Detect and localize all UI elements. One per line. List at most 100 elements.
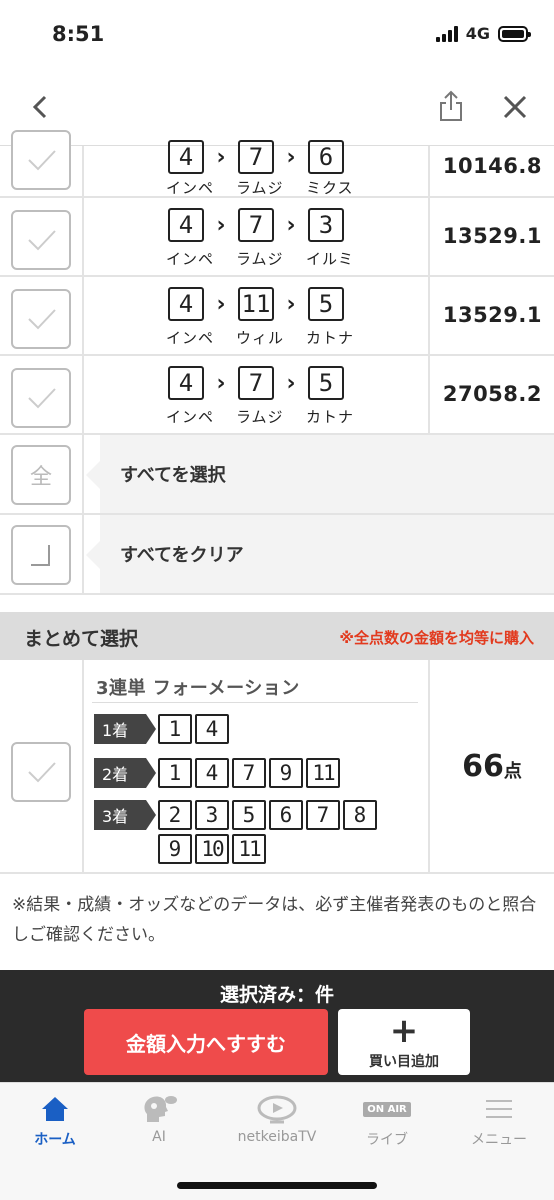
- check-icon: [28, 309, 56, 330]
- horse-number: 7: [238, 140, 274, 174]
- place-label: 1着: [94, 714, 156, 744]
- place-number: 4: [195, 714, 229, 744]
- proceed-to-amount-button[interactable]: 金額入力へすすむ: [84, 1009, 328, 1075]
- network-type: 4G: [465, 24, 490, 43]
- close-icon[interactable]: [500, 92, 530, 122]
- menu-icon: [486, 1100, 512, 1118]
- disclaimer-text: ※結果・成績・オッズなどのデータは、必ず主催者発表のものと照合しご確認ください。: [12, 895, 537, 945]
- tab-home[interactable]: ホーム: [0, 1093, 110, 1153]
- arrow-icon: ›: [286, 291, 296, 317]
- horse-number: 11: [238, 287, 274, 321]
- bet-row[interactable]: 4 › 7 › 3 インペ ラムジ イルミ 13529.1: [0, 198, 554, 277]
- clear-all-row[interactable]: すべてをクリア: [0, 515, 554, 595]
- add-bet-button[interactable]: + 買い目追加: [338, 1009, 470, 1075]
- horse-name: ラムジ: [236, 179, 284, 197]
- horse-name: ラムジ: [236, 250, 284, 268]
- select-all-pane[interactable]: すべてを選択: [86, 435, 554, 513]
- bet-combination: 4 › 7 › 3: [168, 208, 344, 242]
- bet-checkbox[interactable]: [11, 368, 71, 428]
- place-number: 9: [158, 834, 192, 864]
- bet-row[interactable]: 4 › 7 › 5 インペ ラムジ カトナ 27058.2: [0, 356, 554, 435]
- signal-icon: [435, 25, 458, 42]
- place-number: 1: [158, 758, 192, 788]
- bet-checkbox[interactable]: [11, 210, 71, 270]
- arrow-icon: ›: [286, 370, 296, 396]
- select-all-row[interactable]: 全 すべてを選択: [0, 435, 554, 515]
- horse-name: ミクス: [306, 179, 354, 197]
- bet-row[interactable]: 4 › 11 › 5 インペ ウィル カトナ 13529.1: [0, 277, 554, 356]
- horse-number: 6: [308, 140, 344, 174]
- formation-points: 66 点: [430, 660, 554, 872]
- clear-all-pane[interactable]: すべてをクリア: [86, 515, 554, 593]
- tab-label: ライブ: [366, 1132, 408, 1148]
- horse-name: カトナ: [306, 408, 355, 426]
- formation-title: 3連単 フォーメーション: [96, 678, 300, 699]
- arrow-icon: ›: [286, 144, 296, 170]
- bet-row[interactable]: 4 › 7 › 6 インペ ラムジ ミクス 10146.8: [0, 130, 554, 198]
- horse-name: インペ: [166, 408, 215, 426]
- home-indicator: [177, 1182, 377, 1189]
- formation-block[interactable]: 3連単 フォーメーション 1着 1 4 2着 1 4 7 9 11 3着 2 3…: [0, 660, 554, 874]
- ai-head-icon: [144, 1096, 177, 1122]
- tab-label: netkeibaTV: [237, 1129, 317, 1145]
- odds-value: 10146.8: [442, 154, 542, 178]
- horse-name: インペ: [166, 250, 215, 268]
- bet-combination: 4 › 7 › 5: [168, 366, 344, 400]
- horse-number: 3: [308, 208, 344, 242]
- place-number: 7: [232, 758, 266, 788]
- place-number: 11: [232, 834, 266, 864]
- horse-name: カトナ: [306, 329, 355, 347]
- bet-checkbox[interactable]: [11, 289, 71, 349]
- horse-number: 4: [168, 366, 204, 400]
- status-time: 8:51: [52, 22, 105, 46]
- arrow-icon: ›: [216, 370, 226, 396]
- check-icon: [28, 762, 56, 783]
- place-number: 8: [343, 800, 377, 830]
- place-number: 6: [269, 800, 303, 830]
- select-all-button[interactable]: 全: [11, 445, 71, 505]
- clear-all-label: すべてをクリア: [120, 545, 244, 566]
- place-number: 4: [195, 758, 229, 788]
- formation-checkbox[interactable]: [11, 742, 71, 802]
- points-value: 66: [462, 748, 504, 784]
- check-icon: [28, 230, 56, 251]
- status-indicators: 4G: [435, 24, 531, 43]
- bet-list: 4 › 7 › 6 インペ ラムジ ミクス 10146.8 4 › 7 › 3 …: [0, 130, 554, 595]
- clear-all-button[interactable]: [11, 525, 71, 585]
- place-row-first: 1着 1 4: [94, 714, 398, 744]
- selected-count-text: 選択済み：件: [219, 984, 334, 1006]
- odds-value: 13529.1: [442, 224, 542, 248]
- horse-names: インペ ラムジ ミクス: [166, 177, 376, 198]
- horse-names: インペ ウィル カトナ: [166, 327, 376, 348]
- arrow-icon: ›: [216, 212, 226, 238]
- check-icon: [28, 388, 56, 409]
- tab-live[interactable]: ON AIR ライブ: [332, 1093, 442, 1153]
- select-all-label: すべてを選択: [120, 465, 226, 486]
- horse-number: 5: [308, 287, 344, 321]
- place-label: 2着: [94, 758, 156, 788]
- tab-netkeibatv[interactable]: netkeibaTV: [222, 1093, 332, 1153]
- nav-bar: [0, 72, 554, 146]
- horse-name: イルミ: [306, 250, 355, 268]
- back-chevron-icon[interactable]: [26, 92, 56, 122]
- bulk-select-title: まとめて選択: [24, 628, 139, 650]
- points-unit: 点: [503, 761, 522, 782]
- tab-ai[interactable]: AI: [104, 1093, 214, 1153]
- arrow-icon: ›: [216, 291, 226, 317]
- place-row-second: 2着 1 4 7 9 11: [94, 758, 398, 788]
- horse-name: ラムジ: [236, 408, 284, 426]
- horse-number: 4: [168, 287, 204, 321]
- place-number: 11: [306, 758, 340, 788]
- horse-names: インペ ラムジ イルミ: [166, 248, 376, 269]
- bulk-select-header: まとめて選択 ※全点数の金額を均等に購入: [0, 612, 554, 660]
- place-number: 5: [232, 800, 266, 830]
- odds-value: 13529.1: [442, 303, 542, 327]
- share-icon[interactable]: [436, 88, 466, 124]
- tab-menu[interactable]: メニュー: [444, 1093, 554, 1153]
- place-number: 1: [158, 714, 192, 744]
- bet-checkbox[interactable]: [11, 130, 71, 190]
- place-number: 10: [195, 834, 229, 864]
- clear-icon: [31, 545, 50, 566]
- bet-combination: 4 › 11 › 5: [168, 287, 344, 321]
- horse-number: 7: [238, 366, 274, 400]
